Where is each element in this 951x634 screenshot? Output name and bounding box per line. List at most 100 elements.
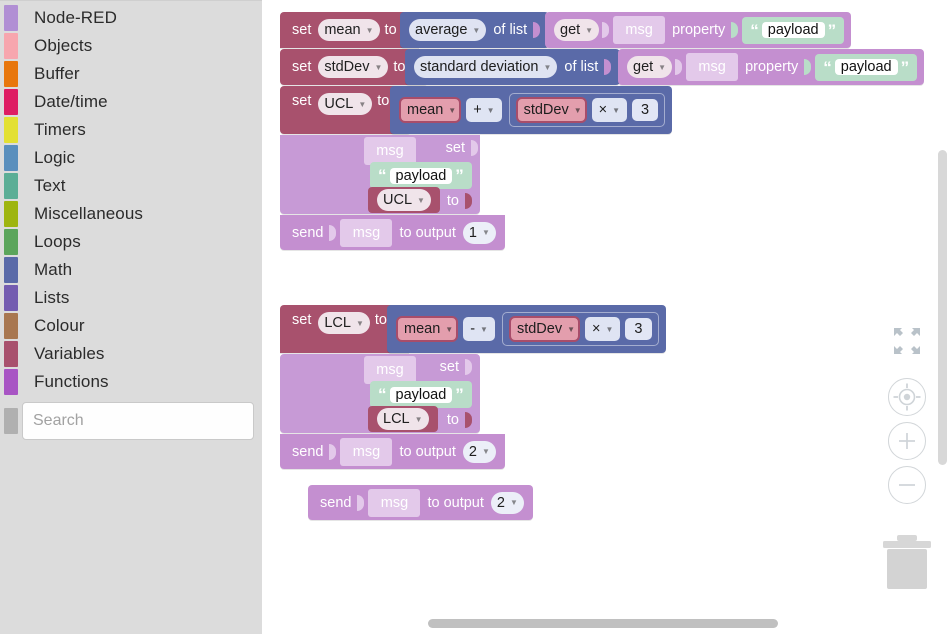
block-set-msg-property-ucl[interactable]: set msg property “ payload ” to	[280, 135, 480, 214]
block-get-msg-property-1[interactable]: get ▼ msg property “ payload ”	[545, 12, 852, 48]
toolbox-category-math[interactable]: Math	[0, 256, 262, 284]
toolbox-category-loops[interactable]: Loops	[0, 228, 262, 256]
block-text-payload-3[interactable]: “ payload ”	[370, 162, 472, 189]
text-value[interactable]: payload	[761, 22, 825, 38]
msg-chip[interactable]: msg	[368, 488, 421, 517]
chevron-down-icon: ▼	[417, 195, 425, 205]
msg-chip[interactable]: msg	[340, 437, 393, 466]
expand-arrows-icon[interactable]	[881, 322, 933, 362]
toolbox-category-date-time[interactable]: Date/time	[0, 88, 262, 116]
block-average-of-list[interactable]: average ▼ of list	[400, 12, 550, 48]
output-dropdown-1[interactable]: 1 ▼	[462, 221, 496, 244]
block-variable-get-ucl[interactable]: UCL ▼	[368, 187, 440, 213]
msg-chip[interactable]: msg	[613, 16, 666, 44]
block-math-multiply-ucl[interactable]: stdDev ▼ × ▼ 3	[508, 93, 666, 127]
blockly-workspace[interactable]: set mean ▼ to average ▼ of list get ▼ ms…	[262, 0, 951, 634]
connector-notch	[675, 59, 683, 75]
quote-close-icon: ”	[900, 57, 910, 77]
category-color-swatch	[4, 61, 18, 87]
toolbox-category-functions[interactable]: Functions	[0, 368, 262, 396]
operator-dropdown-times[interactable]: × ▼	[591, 98, 628, 122]
horizontal-scrollbar[interactable]	[262, 616, 951, 630]
toolbox-category-variables[interactable]: Variables	[0, 340, 262, 368]
block-send-msg-output-2[interactable]: send msg to output 2 ▼	[280, 434, 505, 469]
operator-dropdown-times[interactable]: × ▼	[585, 317, 621, 341]
block-get-msg-property-2[interactable]: get ▼ msg property “ payload ”	[618, 49, 925, 85]
toolbox-category-colour[interactable]: Colour	[0, 312, 262, 340]
math-op-dropdown-stddev[interactable]: standard deviation ▼	[414, 56, 558, 78]
category-label: Colour	[34, 316, 85, 335]
set-label: set	[292, 312, 312, 328]
text-value[interactable]: payload	[834, 59, 898, 75]
category-label: Objects	[34, 36, 93, 55]
workspace-controls	[881, 322, 933, 510]
connector-notch	[602, 22, 610, 38]
category-label: Math	[34, 260, 73, 279]
msg-chip[interactable]: msg	[686, 53, 739, 81]
category-color-swatch	[4, 145, 18, 171]
operator-dropdown-plus[interactable]: + ▼	[466, 98, 502, 122]
variable-dropdown-mean[interactable]: mean ▼	[318, 19, 380, 41]
variable-dropdown-ucl[interactable]: UCL ▼	[318, 93, 373, 115]
chevron-down-icon: ▼	[358, 99, 367, 109]
toolbox-category-logic[interactable]: Logic	[0, 144, 262, 172]
toolbox-category-lists[interactable]: Lists	[0, 284, 262, 312]
block-set-msg-property-lcl[interactable]: set msg property “ payload ” to	[280, 354, 480, 433]
output-dropdown-2[interactable]: 2 ▼	[462, 440, 496, 463]
variable-pill-stddev[interactable]: stdDev ▼	[515, 97, 587, 123]
variable-pill-mean[interactable]: mean ▼	[399, 97, 462, 123]
number-field-3[interactable]: 3	[632, 99, 659, 121]
quote-open-icon: “	[378, 385, 387, 404]
block-set-mean[interactable]: set mean ▼ to	[280, 12, 419, 48]
trash-icon[interactable]	[877, 528, 937, 595]
variable-dropdown-lcl-value[interactable]: LCL ▼	[377, 408, 429, 430]
block-variable-get-lcl[interactable]: LCL ▼	[368, 406, 438, 432]
connector-notch	[731, 22, 739, 38]
variable-dropdown-ucl-value[interactable]: UCL ▼	[377, 189, 431, 211]
center-target-icon[interactable]	[888, 378, 926, 416]
send-label: send	[292, 443, 324, 460]
chevron-down-icon: ▼	[374, 62, 383, 72]
toolbox-category-buffer[interactable]: Buffer	[0, 60, 262, 88]
zoom-in-button[interactable]	[888, 422, 926, 460]
quote-open-icon: “	[823, 57, 832, 77]
text-value[interactable]: payload	[389, 386, 453, 403]
search-input[interactable]	[22, 402, 254, 440]
math-op-dropdown-average[interactable]: average ▼	[409, 19, 487, 41]
toolbox-category-miscellaneous[interactable]: Miscellaneous	[0, 200, 262, 228]
block-math-lcl-expression[interactable]: mean ▼ - ▼ stdDev ▼ × ▼ 3	[387, 305, 666, 353]
msg-chip[interactable]: msg	[340, 218, 393, 247]
quote-close-icon: ”	[827, 20, 837, 40]
variable-dropdown-lcl[interactable]: LCL ▼	[318, 312, 370, 334]
variable-pill-stddev[interactable]: stdDev ▼	[508, 316, 581, 342]
chevron-down-icon: ▼	[365, 25, 374, 35]
get-dropdown[interactable]: get ▼	[627, 56, 673, 78]
variable-pill-mean[interactable]: mean ▼	[396, 316, 459, 342]
zoom-out-button[interactable]	[888, 466, 926, 504]
block-math-multiply-lcl[interactable]: stdDev ▼ × ▼ 3	[501, 312, 659, 346]
output-dropdown-orphan[interactable]: 2 ▼	[490, 491, 524, 514]
operator-dropdown-minus[interactable]: - ▼	[463, 317, 495, 341]
block-text-payload-1[interactable]: “ payload ”	[742, 16, 845, 44]
block-text-payload-4[interactable]: “ payload ”	[370, 381, 472, 408]
vertical-scrollbar[interactable]	[935, 0, 949, 634]
horizontal-scrollbar-thumb[interactable]	[428, 619, 778, 628]
toolbox-category-text[interactable]: Text	[0, 172, 262, 200]
set-label: set	[445, 140, 465, 156]
toolbox-category-node-red[interactable]: Node-RED	[0, 4, 262, 32]
category-color-swatch	[4, 89, 18, 115]
vertical-scrollbar-thumb[interactable]	[938, 150, 947, 465]
block-stddev-of-list[interactable]: standard deviation ▼ of list	[405, 49, 621, 85]
number-field-3[interactable]: 3	[625, 318, 652, 340]
block-send-msg-output-1[interactable]: send msg to output 1 ▼	[280, 215, 505, 250]
set-label: set	[439, 359, 459, 375]
toolbox-category-objects[interactable]: Objects	[0, 32, 262, 60]
variable-dropdown-stddev[interactable]: stdDev ▼	[318, 56, 389, 78]
chevron-down-icon: ▼	[480, 324, 488, 334]
block-math-ucl-expression[interactable]: mean ▼ + ▼ stdDev ▼ × ▼ 3	[390, 86, 673, 134]
block-text-payload-2[interactable]: “ payload ”	[815, 53, 918, 81]
toolbox-category-timers[interactable]: Timers	[0, 116, 262, 144]
get-dropdown[interactable]: get ▼	[554, 19, 600, 41]
text-value[interactable]: payload	[389, 167, 453, 184]
block-send-msg-output-orphan[interactable]: send msg to output 2 ▼	[308, 485, 533, 520]
